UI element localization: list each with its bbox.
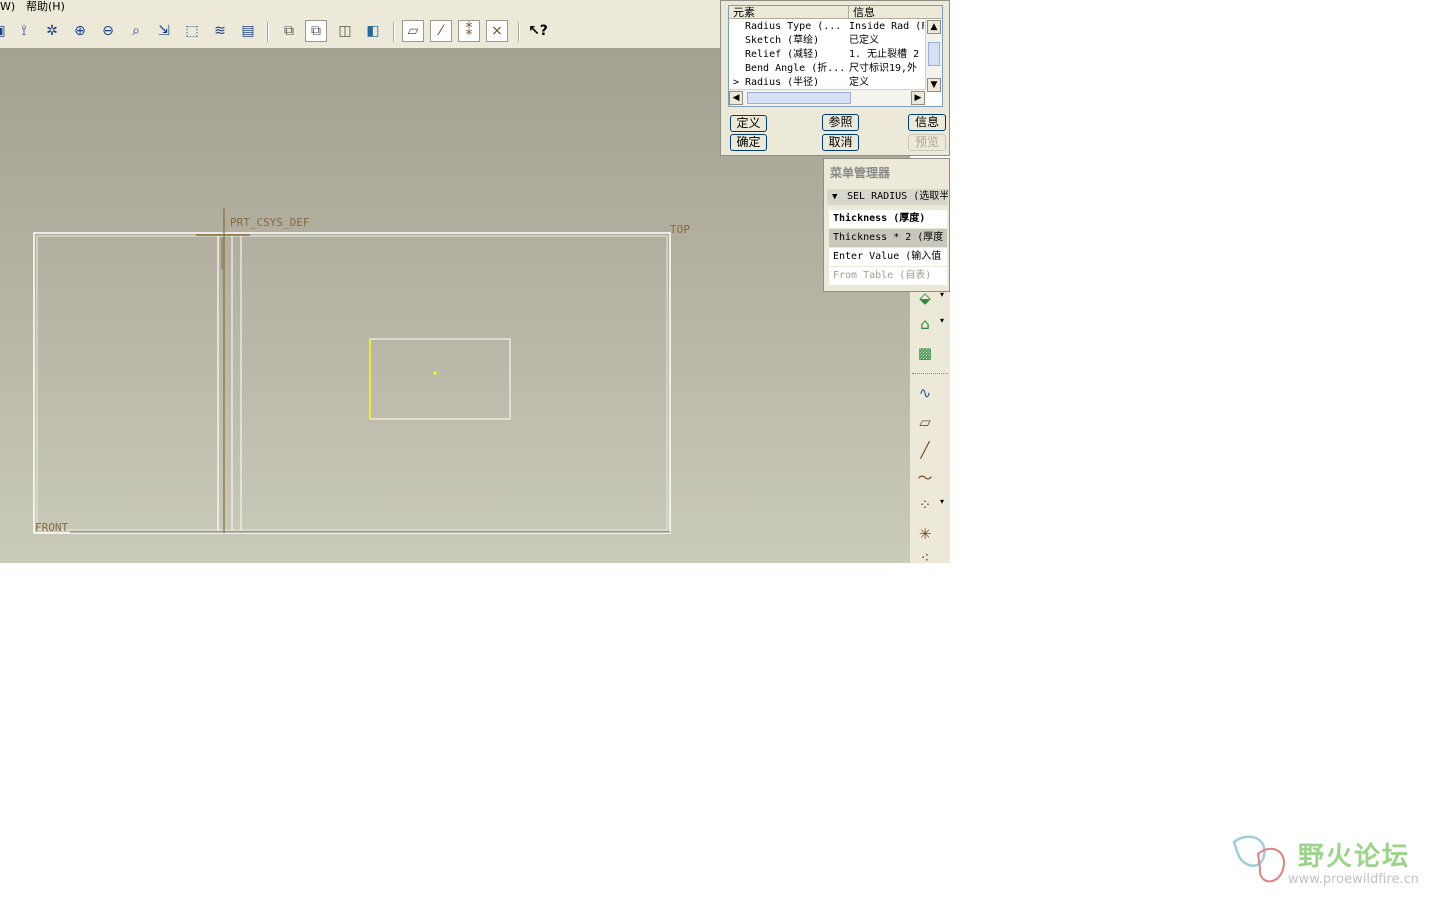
zoom-in-icon[interactable]: ⊕ bbox=[69, 20, 91, 42]
info-button[interactable]: 信息 bbox=[908, 114, 946, 131]
horizontal-scrollbar[interactable]: ◀ ▶ bbox=[729, 89, 926, 106]
cancel-button[interactable]: 取消 bbox=[822, 134, 859, 151]
shading-icon[interactable]: ◧ bbox=[362, 20, 384, 42]
menu-item-thickness-x2[interactable]: Thickness * 2 (厚度 bbox=[829, 229, 947, 247]
menu-help[interactable]: 帮助(H) bbox=[26, 0, 65, 13]
scroll-down-icon[interactable]: ▼ bbox=[927, 78, 941, 92]
part-edge-outline bbox=[33, 232, 671, 534]
context-help-icon[interactable]: ↖? bbox=[527, 20, 549, 42]
repaint-icon[interactable]: ▣ bbox=[0, 20, 10, 42]
menu-manager: 菜单管理器 ▼ SEL RADIUS (选取半径) Thickness (厚度)… bbox=[823, 158, 950, 292]
datum-point-icon[interactable]: ⁘ bbox=[914, 494, 944, 516]
sketch-rectangle bbox=[369, 338, 511, 420]
scroll-thumb[interactable] bbox=[928, 42, 940, 66]
orient-icon[interactable]: ✲ bbox=[41, 20, 63, 42]
scroll-left-icon[interactable]: ◀ bbox=[729, 91, 743, 105]
refit-icon[interactable]: ⌕ bbox=[125, 20, 147, 42]
wireframe-icon[interactable]: ⧉ bbox=[278, 20, 300, 42]
part-inner-edge bbox=[36, 235, 668, 531]
define-button[interactable]: 定义 bbox=[730, 115, 767, 132]
scroll-right-icon[interactable]: ▶ bbox=[911, 91, 925, 105]
datum-axis-icon[interactable]: ╱ bbox=[914, 439, 936, 461]
datum-plane-icon[interactable]: ▱ bbox=[914, 411, 936, 433]
watermark-url: www.proewildfire.cn bbox=[1288, 872, 1419, 887]
column-header-element[interactable]: 元素 bbox=[729, 6, 849, 19]
menu-manager-title: 菜单管理器 bbox=[830, 166, 891, 180]
list-item-active[interactable]: > Radius (半径) 定义 bbox=[729, 76, 924, 90]
revolve-icon[interactable]: ⌂ bbox=[914, 313, 944, 335]
view-manager-icon[interactable]: ▤ bbox=[237, 20, 259, 42]
zoom-out-icon[interactable]: ⊖ bbox=[97, 20, 119, 42]
collapse-triangle-icon: ▼ bbox=[832, 192, 838, 202]
refs-button[interactable]: 参照 bbox=[822, 114, 859, 131]
column-header-info[interactable]: 信息 bbox=[849, 6, 942, 19]
csys-label: PRT_CSYS_DEF bbox=[230, 216, 310, 229]
list-item[interactable]: Relief (减轻) 1. 无止裂槽 2 bbox=[729, 48, 924, 62]
preview-button: 预览 bbox=[908, 134, 946, 151]
menu-window[interactable]: W) bbox=[0, 0, 15, 13]
list-item[interactable]: Radius Type (... Inside Rad (F bbox=[729, 20, 924, 34]
vertical-scrollbar[interactable]: ▲ ▼ bbox=[925, 20, 942, 92]
menu-item-thickness[interactable]: Thickness (厚度) bbox=[829, 210, 947, 228]
point-offset-icon[interactable]: ⁖ bbox=[914, 547, 936, 569]
datum-axes-icon[interactable]: ⁄ bbox=[430, 20, 452, 42]
datum-planes-icon[interactable]: ▱ bbox=[402, 20, 424, 42]
csys-create-icon[interactable]: ✳ bbox=[914, 523, 936, 545]
no-hidden-icon[interactable]: ◫ bbox=[334, 20, 356, 42]
ok-button[interactable]: 确定 bbox=[730, 134, 767, 151]
feature-dialog: 元素 信息 Radius Type (... Inside Rad (F Sket… bbox=[720, 0, 950, 156]
scroll-up-icon[interactable]: ▲ bbox=[927, 20, 941, 34]
right-toolbar: ⬙ ⌂ ▩ ∿ ▱ ╱ 〜 ⁘ ✳ ⁖ bbox=[910, 285, 950, 567]
sweep-icon[interactable]: ▩ bbox=[914, 342, 936, 364]
hidden-line-icon[interactable]: ⧉ bbox=[305, 20, 327, 42]
named-view-icon[interactable]: ⬚ bbox=[181, 20, 203, 42]
element-list[interactable]: 元素 信息 Radius Type (... Inside Rad (F Sket… bbox=[728, 5, 943, 107]
top-plane-label: TOP bbox=[670, 223, 690, 236]
active-row-marker: > bbox=[733, 77, 740, 88]
menu-item-from-table: From Table (自表) bbox=[829, 267, 947, 285]
front-plane-label: FRONT bbox=[35, 521, 69, 534]
datum-points-icon[interactable]: ⁑ bbox=[458, 20, 480, 42]
csys-icon[interactable]: ⟟ bbox=[13, 20, 35, 42]
coordinate-systems-icon[interactable]: ⨯ bbox=[486, 20, 508, 42]
reorient-icon[interactable]: ⇲ bbox=[153, 20, 175, 42]
layers-icon[interactable]: ≋ bbox=[209, 20, 231, 42]
menu-item-enter-value[interactable]: Enter Value (输入值 bbox=[829, 248, 947, 266]
watermark-logo bbox=[1232, 835, 1285, 883]
sketched-curve-icon[interactable]: 〜 bbox=[914, 466, 936, 488]
menu-section-header[interactable]: ▼ SEL RADIUS (选取半径) bbox=[827, 189, 948, 205]
main-toolbar: ▣ ⟟ ✲ ⊕ ⊖ ⌕ ⇲ ⬚ ≋ ▤ ⧉ ⧉ ◫ ◧ ▱ ⁄ ⁑ ⨯ ↖? bbox=[0, 14, 720, 49]
list-item[interactable]: Sketch (草绘) 已定义 bbox=[729, 34, 924, 48]
scroll-thumb-h[interactable] bbox=[747, 92, 851, 104]
sketch-point bbox=[433, 371, 437, 375]
watermark-name: 野火论坛 bbox=[1298, 842, 1411, 872]
list-item[interactable]: Bend Angle (折... 尺寸标识19,外 bbox=[729, 62, 924, 76]
menubar: W) 帮助(H) bbox=[0, 0, 720, 14]
datum-curve-icon[interactable]: ∿ bbox=[914, 382, 936, 404]
